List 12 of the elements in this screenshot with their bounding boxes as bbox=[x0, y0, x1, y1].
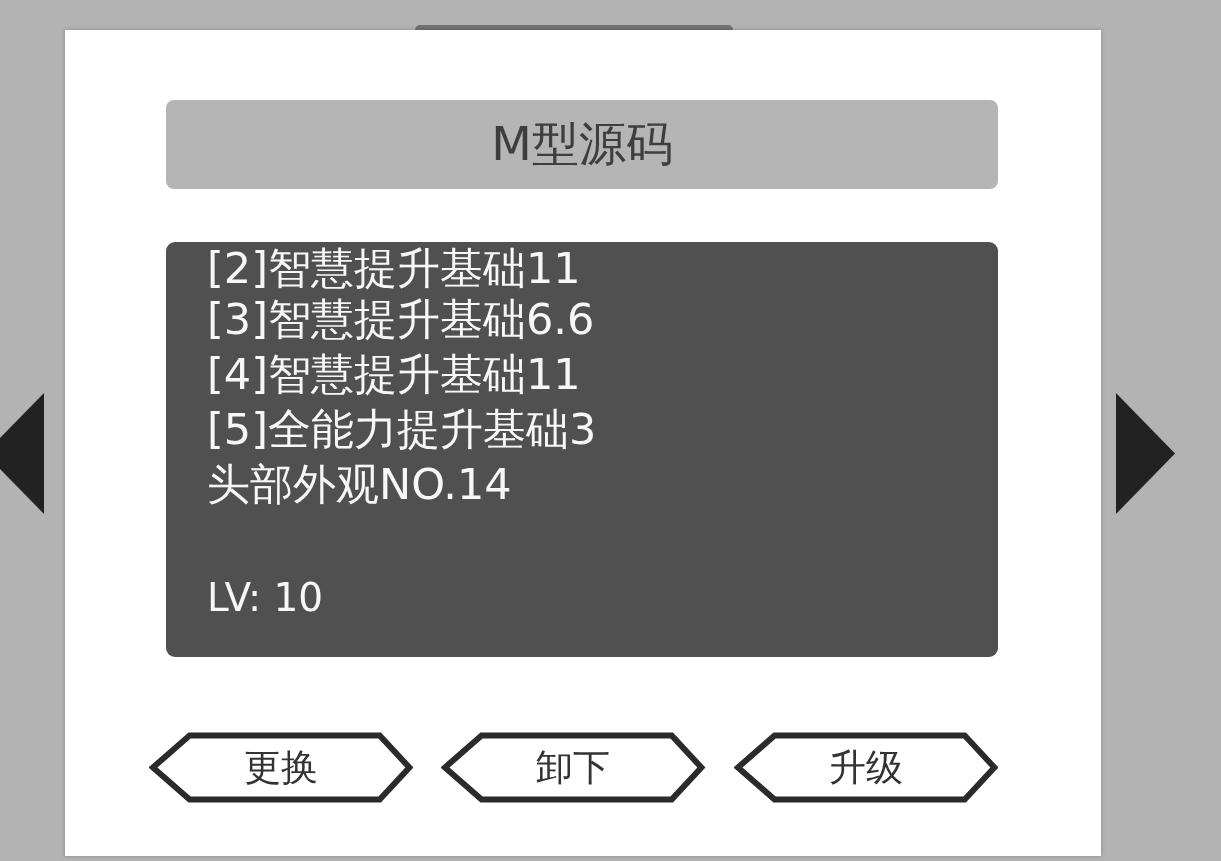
stat-line: [2]智慧提升基础11 bbox=[207, 244, 581, 292]
stat-line: [3]智慧提升基础6.6 bbox=[207, 293, 595, 346]
action-button[interactable]: 卸下 bbox=[441, 732, 706, 803]
level-text: LV: 10 bbox=[207, 574, 324, 622]
stat-line: [5]全能力提升基础3 bbox=[207, 403, 597, 456]
item-title: M型源码 bbox=[166, 100, 998, 189]
stat-line: 头部外观NO.14 bbox=[207, 458, 512, 511]
action-button[interactable]: 更换 bbox=[149, 732, 414, 803]
stat-line: [4]智慧提升基础11 bbox=[207, 348, 581, 401]
action-button[interactable]: 升级 bbox=[733, 732, 998, 803]
right-arrow-icon[interactable] bbox=[1116, 393, 1175, 514]
left-arrow-icon[interactable] bbox=[0, 393, 44, 514]
